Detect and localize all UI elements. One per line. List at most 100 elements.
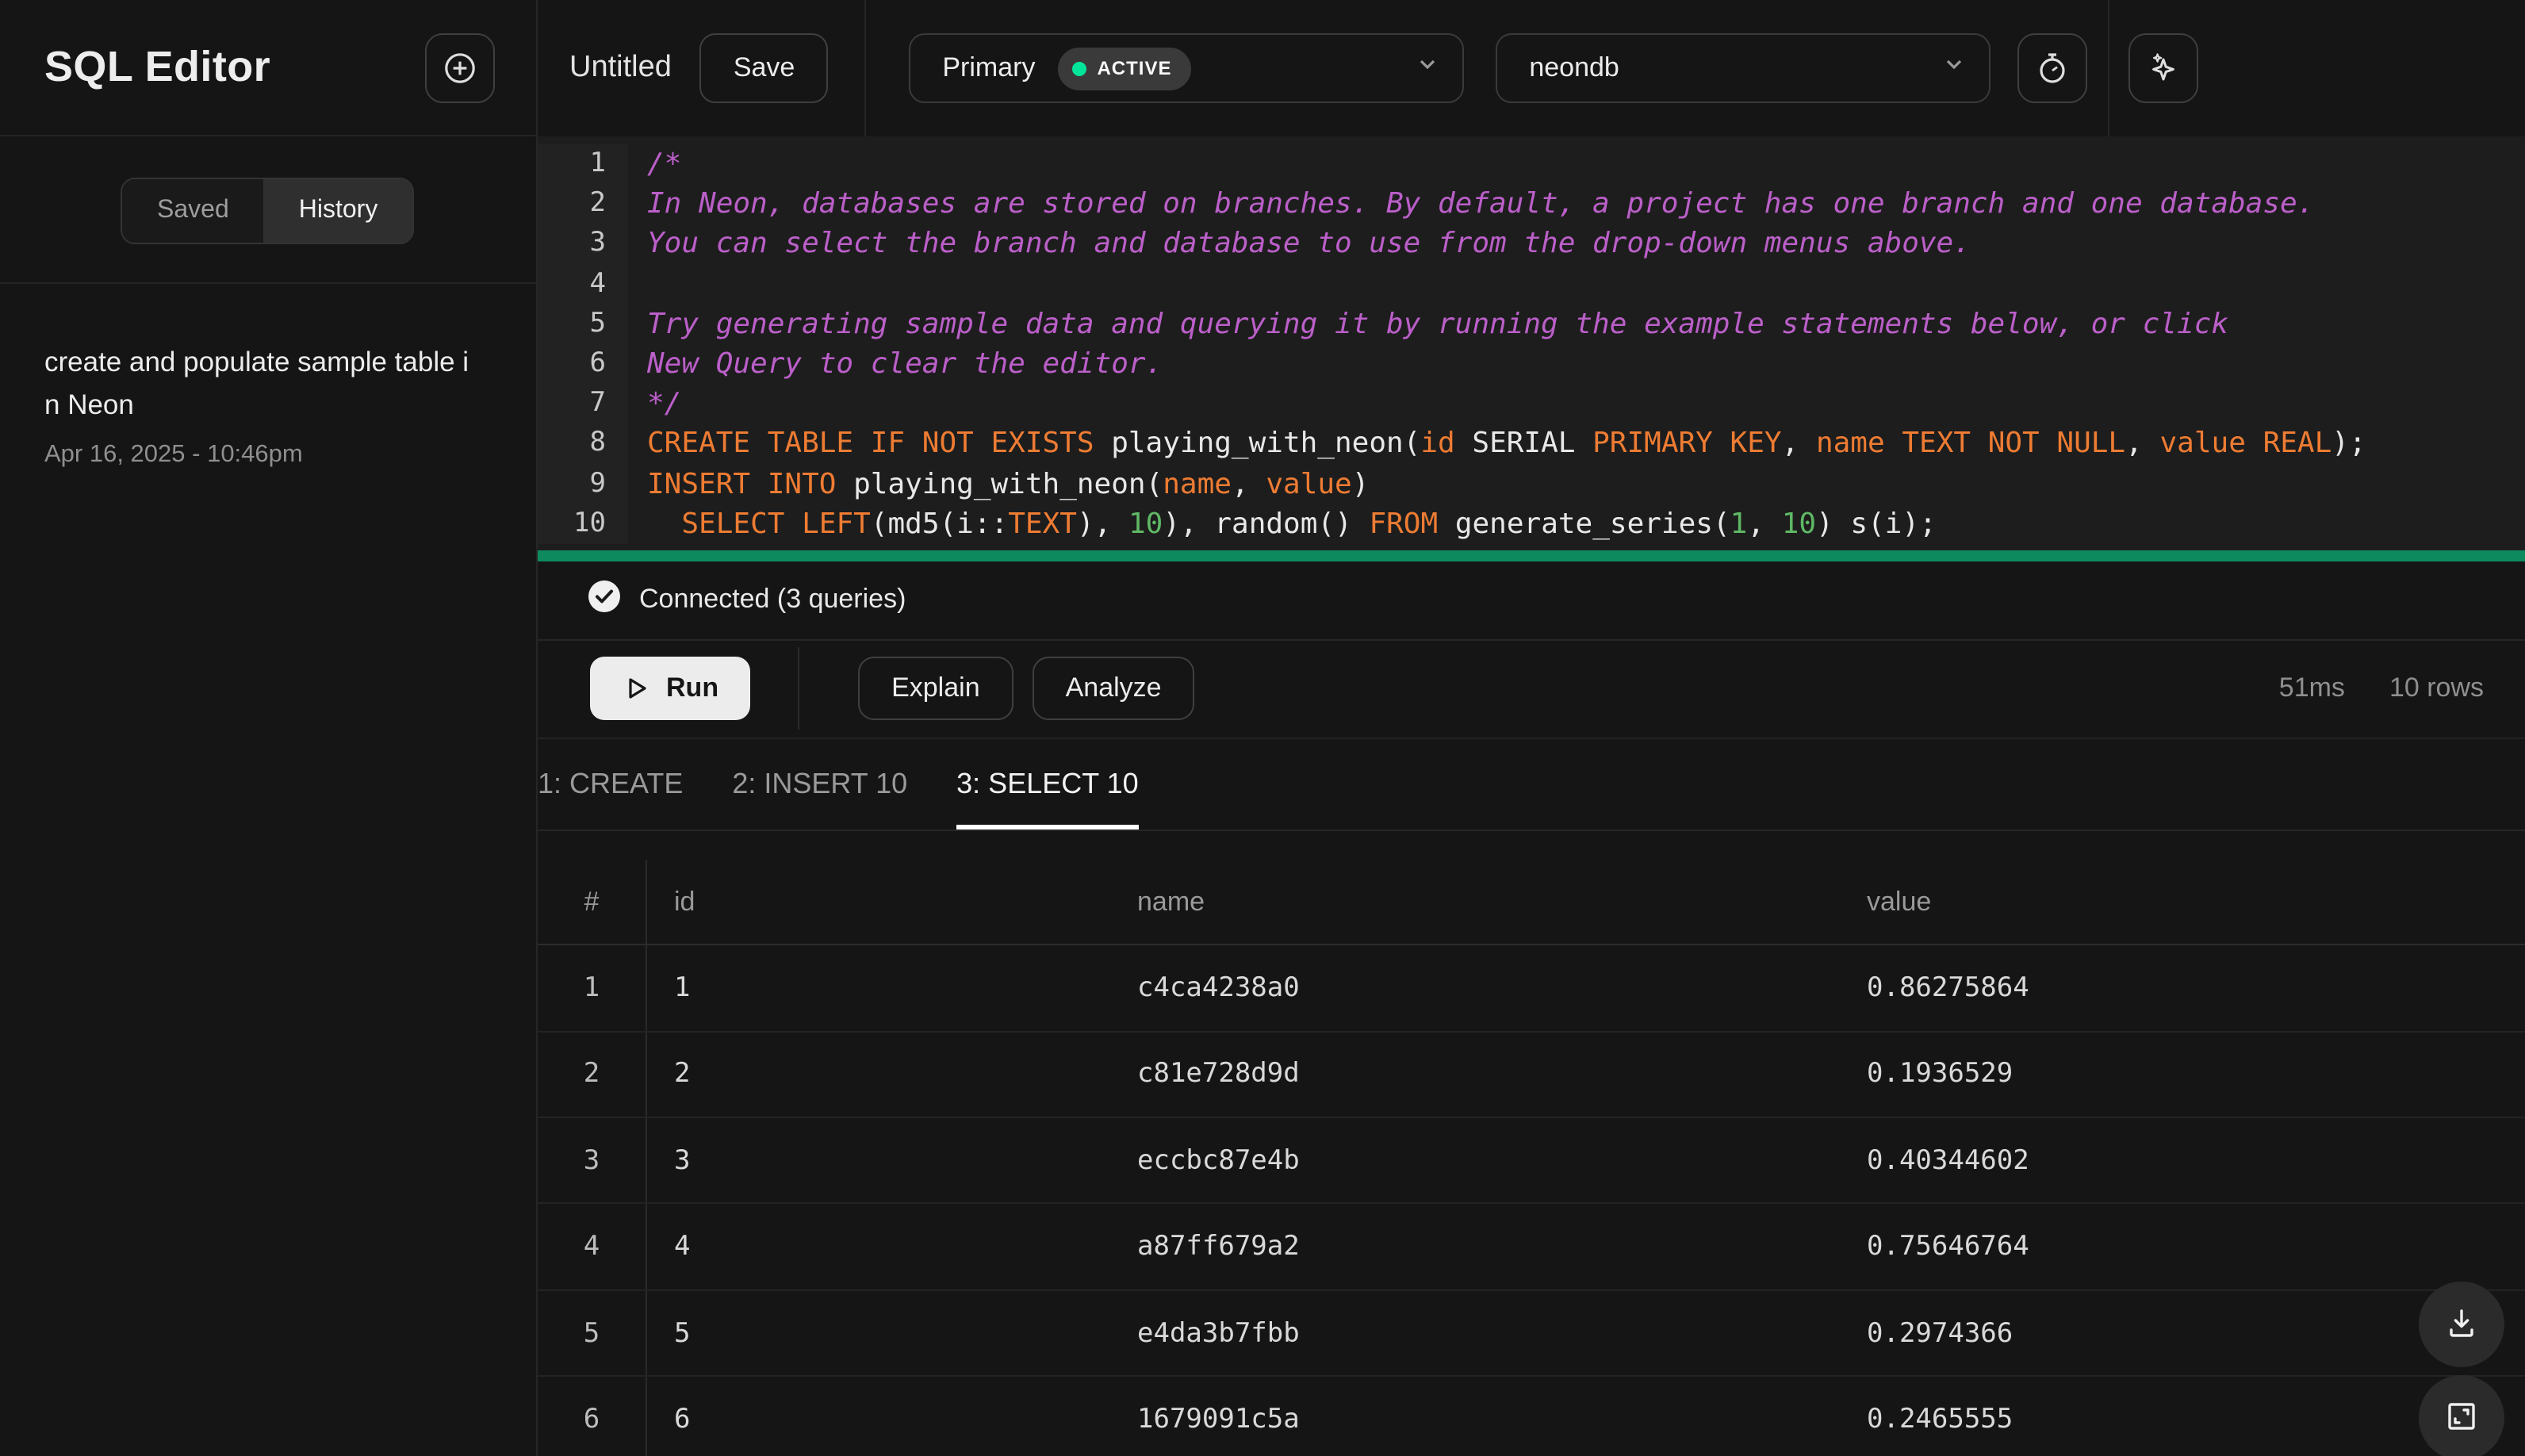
line-number: 8 xyxy=(538,423,628,464)
cell-name: e4da3b7fbb xyxy=(1137,1317,1300,1350)
cell-value: 0.40344602 xyxy=(1867,1144,2029,1177)
toolbar-divider xyxy=(2108,0,2110,136)
database-select[interactable]: neondb xyxy=(1496,33,1991,103)
table-row[interactable]: 2 2 c81e728d9d 0.1936529 xyxy=(538,1032,2525,1119)
history-item-timestamp: Apr 16, 2025 - 10:46pm xyxy=(44,441,303,468)
cell-id: 6 xyxy=(674,1403,691,1435)
row-number: 5 xyxy=(538,1290,647,1376)
connection-status-text: Connected (3 queries) xyxy=(639,584,906,615)
history-list: create and populate sample table in Neon… xyxy=(0,284,536,527)
query-row-count: 10 rows xyxy=(2389,672,2484,703)
chevron-down-icon xyxy=(1941,52,1967,85)
page-title: SQL Editor xyxy=(44,43,271,90)
analyze-button[interactable]: Analyze xyxy=(1032,657,1195,721)
code-line[interactable]: 1 /* xyxy=(538,144,2525,185)
result-tab-1[interactable]: 1: CREATE xyxy=(538,739,683,830)
plus-circle-icon xyxy=(441,48,479,86)
column-header-name: name xyxy=(1137,886,1205,917)
app-root: SQL Editor Saved History create and popu… xyxy=(0,0,2525,1456)
query-success-bar xyxy=(538,550,2525,561)
line-number: 2 xyxy=(538,184,628,224)
code-text: CREATE TABLE IF NOT EXISTS playing_with_… xyxy=(647,427,2366,461)
code-line[interactable]: 7 */ xyxy=(538,384,2525,424)
new-query-button[interactable] xyxy=(425,33,495,102)
line-number: 6 xyxy=(538,343,628,385)
table-header-row: # id name value xyxy=(538,859,2525,946)
query-history-timer-button[interactable] xyxy=(2017,33,2088,103)
history-item[interactable]: create and populate sample table in Neon… xyxy=(44,341,492,469)
code-line[interactable]: 10 SELECT LEFT(md5(i::TEXT), 10), random… xyxy=(538,504,2525,544)
sidebar: SQL Editor Saved History create and popu… xyxy=(0,0,538,1456)
query-metrics: 51ms 10 rows xyxy=(2279,673,2525,705)
editor-toolbar: Untitled Save Primary ACTIVE neondb xyxy=(538,0,2525,136)
cell-id: 1 xyxy=(674,971,691,1004)
toolbar-divider xyxy=(864,0,867,136)
connection-status-row: Connected (3 queries) xyxy=(538,561,2525,641)
run-button[interactable]: Run xyxy=(590,657,751,721)
stopwatch-icon xyxy=(2033,49,2071,87)
query-duration: 51ms xyxy=(2278,672,2345,703)
expand-results-button[interactable] xyxy=(2419,1375,2504,1456)
cell-name: eccbc87e4b xyxy=(1137,1144,1300,1177)
cell-name: 1679091c5a xyxy=(1137,1403,1300,1435)
line-number: 10 xyxy=(538,504,628,544)
cell-id: 4 xyxy=(674,1231,691,1263)
column-header-num: # xyxy=(538,859,647,944)
explain-button[interactable]: Explain xyxy=(858,657,1013,721)
cell-name: c4ca4238a0 xyxy=(1137,971,1300,1004)
row-number: 2 xyxy=(538,1032,647,1117)
code-line[interactable]: 5 Try generating sample data and querying… xyxy=(538,304,2525,344)
expand-icon xyxy=(2443,1397,2481,1439)
run-button-label: Run xyxy=(666,672,719,703)
code-text: /* xyxy=(647,148,682,181)
play-icon xyxy=(622,675,650,703)
cell-name: a87ff679a2 xyxy=(1137,1231,1300,1263)
code-line[interactable]: 6 New Query to clear the editor. xyxy=(538,343,2525,385)
code-line[interactable]: 4 xyxy=(538,264,2525,305)
sql-code-editor[interactable]: 1 /* 2 In Neon, databases are stored on bra… xyxy=(538,136,2525,550)
query-actions-row: Run Explain Analyze 51ms 10 rows xyxy=(538,641,2525,739)
code-text: */ xyxy=(647,387,682,421)
line-number: 1 xyxy=(538,144,628,185)
download-results-button[interactable] xyxy=(2419,1282,2504,1367)
row-number: 4 xyxy=(538,1204,647,1289)
table-row[interactable]: 3 3 eccbc87e4b 0.40344602 xyxy=(538,1118,2525,1205)
branch-select[interactable]: Primary ACTIVE xyxy=(909,33,1465,103)
code-text: In Neon, databases are stored on branche… xyxy=(647,187,2315,221)
results-table: # id name value 1 1 c4ca4238a0 0.86275864 2 2 c81e… xyxy=(538,859,2525,1456)
cell-value: 0.86275864 xyxy=(1867,971,2029,1004)
cell-value: 0.1936529 xyxy=(1867,1058,2013,1090)
status-dot xyxy=(1071,61,1086,75)
table-row[interactable]: 4 4 a87ff679a2 0.75646764 xyxy=(538,1204,2525,1291)
table-row[interactable]: 5 5 e4da3b7fbb 0.2974366 xyxy=(538,1290,2525,1377)
table-row[interactable]: 6 6 1679091c5a 0.2465555 xyxy=(538,1377,2525,1456)
ai-assist-button[interactable] xyxy=(2128,33,2199,103)
status-badge-label: ACTIVE xyxy=(1097,57,1172,79)
save-button[interactable]: Save xyxy=(699,33,829,103)
line-number: 3 xyxy=(538,224,628,265)
cell-value: 0.75646764 xyxy=(1867,1231,2029,1263)
table-row[interactable]: 1 1 c4ca4238a0 0.86275864 xyxy=(538,945,2525,1033)
code-text: INSERT INTO playing_with_neon(name, valu… xyxy=(647,467,1370,500)
database-name: neondb xyxy=(1529,52,1619,82)
sidebar-tabs: Saved History xyxy=(0,136,536,282)
code-text: You can select the branch and database t… xyxy=(647,227,1971,261)
code-line[interactable]: 3 You can select the branch and database … xyxy=(538,224,2525,265)
result-tab-3[interactable]: 3: SELECT 10 xyxy=(956,739,1139,830)
sparkles-icon xyxy=(2144,49,2182,87)
sidebar-header: SQL Editor xyxy=(0,0,536,136)
branch-status-badge: ACTIVE xyxy=(1057,47,1191,90)
row-number: 6 xyxy=(538,1377,647,1456)
code-line[interactable]: 8 CREATE TABLE IF NOT EXISTS playing_with… xyxy=(538,423,2525,464)
tab-history[interactable]: History xyxy=(263,179,413,243)
column-header-id: id xyxy=(674,886,695,917)
tab-saved[interactable]: Saved xyxy=(122,179,264,243)
result-tab-2[interactable]: 2: INSERT 10 xyxy=(732,739,907,830)
code-line[interactable]: 9 INSERT INTO playing_with_neon(name, val… xyxy=(538,464,2525,504)
line-number: 4 xyxy=(538,264,628,305)
cell-id: 3 xyxy=(674,1144,691,1177)
cell-id: 5 xyxy=(674,1317,691,1350)
code-line[interactable]: 2 In Neon, databases are stored on branch… xyxy=(538,184,2525,224)
branch-name: Primary xyxy=(942,52,1036,82)
